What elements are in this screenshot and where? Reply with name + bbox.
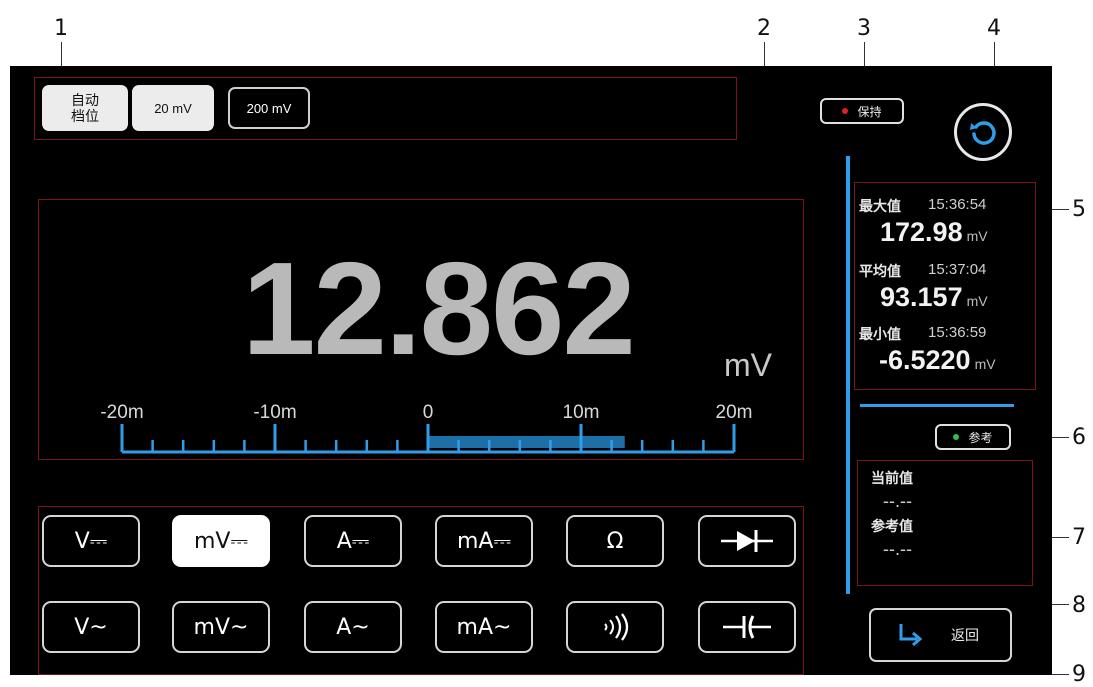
current-value-label: 当前值 bbox=[871, 471, 913, 487]
dc-volt-button[interactable]: V⎓ bbox=[42, 515, 140, 567]
dc-amp-button[interactable]: A⎓ bbox=[304, 515, 402, 567]
resistance-button[interactable]: Ω bbox=[566, 515, 664, 567]
hold-indicator-icon bbox=[842, 108, 849, 114]
min-time: 15:36:59 bbox=[928, 324, 987, 341]
scale-ticks bbox=[120, 424, 736, 452]
ac-volt-button[interactable]: V~ bbox=[42, 601, 140, 653]
min-unit: mV bbox=[974, 356, 996, 372]
right-divider-line bbox=[846, 156, 850, 594]
reference-label: 参考 bbox=[968, 430, 993, 445]
reference-indicator-icon bbox=[953, 434, 960, 440]
reset-button[interactable] bbox=[954, 103, 1012, 161]
back-button[interactable]: 返回 bbox=[869, 608, 1012, 662]
scale-label-zero: 0 bbox=[422, 402, 434, 423]
bar-graph-scale bbox=[120, 424, 736, 454]
max-value-row: 172.98 mV bbox=[880, 217, 988, 248]
reference-value-label: 参考值 bbox=[871, 519, 913, 535]
refresh-icon bbox=[970, 121, 996, 145]
ac-amp-button[interactable]: A~ bbox=[304, 601, 402, 653]
capacitor-icon bbox=[723, 615, 771, 639]
range-20mv-button[interactable]: 20 mV bbox=[132, 85, 214, 131]
multimeter-screen: 自动 档位 20 mV 200 mV 保持 12.862 mV -20m -10… bbox=[10, 66, 1052, 675]
continuity-button[interactable] bbox=[566, 601, 664, 653]
callout-4: 4 bbox=[987, 16, 1001, 41]
callout-6: 6 bbox=[1072, 425, 1086, 450]
hold-label: 保持 bbox=[857, 104, 882, 119]
avg-unit: mV bbox=[966, 293, 988, 309]
diode-button[interactable] bbox=[698, 515, 796, 567]
avg-label: 平均值 bbox=[859, 264, 901, 280]
reading-value: 12.862 bbox=[242, 235, 636, 382]
dc-millivolt-button[interactable]: mV⎓ bbox=[172, 515, 270, 567]
function-panel bbox=[38, 506, 804, 675]
callout-7: 7 bbox=[1072, 525, 1086, 550]
stats-separator-line bbox=[860, 404, 1014, 407]
auto-range-label-line2: 档位 bbox=[71, 108, 99, 124]
reference-value: --.-- bbox=[883, 539, 912, 559]
callout-3: 3 bbox=[857, 16, 871, 41]
scale-label-20m: 20m bbox=[715, 402, 753, 423]
reference-button[interactable]: 参考 bbox=[935, 424, 1011, 450]
range-200mv-button[interactable]: 200 mV bbox=[228, 87, 310, 129]
current-value: --.-- bbox=[883, 491, 912, 511]
max-value: 172.98 bbox=[880, 217, 963, 247]
min-value: -6.5220 bbox=[879, 345, 971, 375]
ac-millivolt-button[interactable]: mV~ bbox=[172, 601, 270, 653]
hold-button[interactable]: 保持 bbox=[820, 98, 904, 124]
max-time: 15:36:54 bbox=[928, 196, 987, 213]
continuity-icon bbox=[604, 613, 629, 641]
avg-value-row: 93.157 mV bbox=[880, 282, 988, 313]
scale-label-minus10m: -10m bbox=[253, 402, 297, 423]
avg-value: 93.157 bbox=[880, 282, 963, 312]
max-unit: mV bbox=[966, 228, 988, 244]
callout-1: 1 bbox=[54, 16, 68, 41]
auto-range-button[interactable]: 自动 档位 bbox=[42, 85, 128, 131]
callout-8: 8 bbox=[1072, 593, 1086, 618]
capacitance-button[interactable] bbox=[698, 601, 796, 653]
min-value-row: -6.5220 mV bbox=[879, 345, 996, 376]
return-arrow-icon bbox=[899, 624, 923, 647]
reading-unit: mV bbox=[724, 347, 772, 383]
callout-5: 5 bbox=[1072, 197, 1086, 222]
ac-milliamp-button[interactable]: mA~ bbox=[435, 601, 533, 653]
auto-range-label-line1: 自动 bbox=[71, 92, 99, 108]
scale-label-10m: 10m bbox=[562, 402, 600, 423]
max-label: 最大值 bbox=[859, 199, 901, 215]
diode-icon bbox=[721, 530, 773, 552]
scale-label-minus20m: -20m bbox=[100, 402, 144, 423]
back-label: 返回 bbox=[951, 628, 979, 644]
avg-time: 15:37:04 bbox=[928, 261, 987, 278]
dc-milliamp-button[interactable]: mA⎓ bbox=[435, 515, 533, 567]
min-label: 最小值 bbox=[859, 327, 901, 343]
callout-2: 2 bbox=[757, 16, 771, 41]
